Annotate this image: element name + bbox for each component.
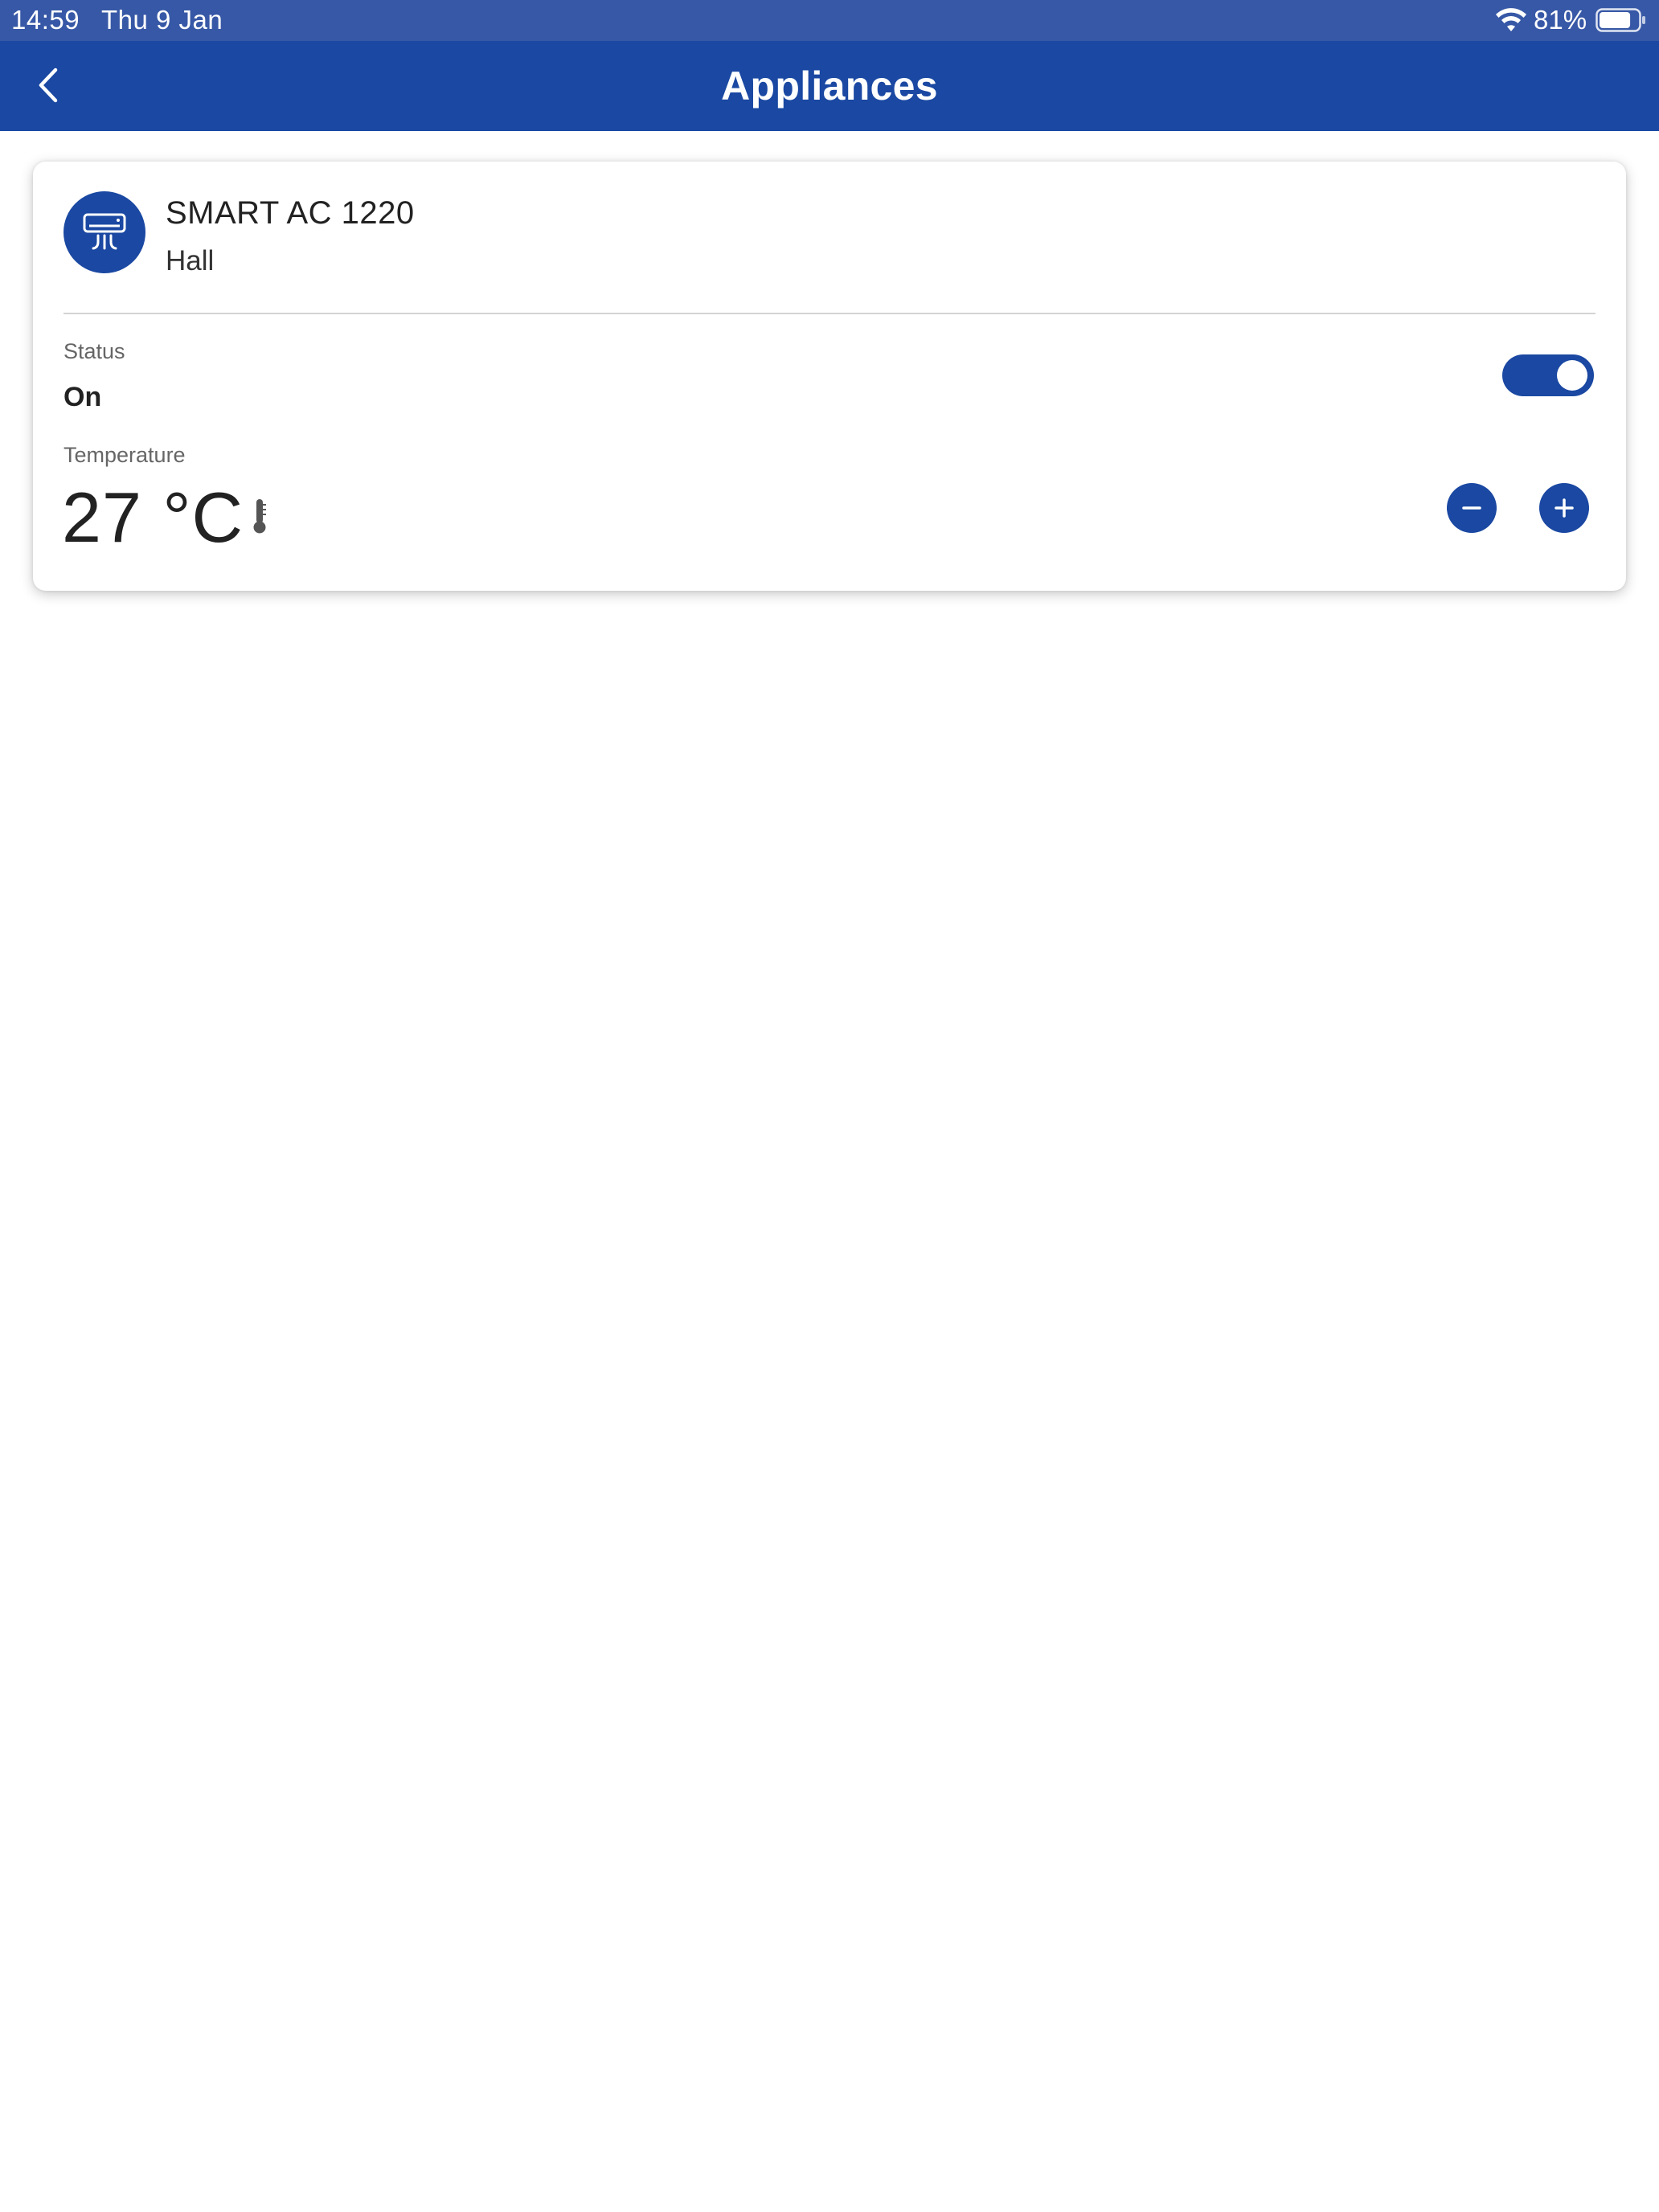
status-time: 14:59: [11, 5, 80, 35]
thermometer-icon: [253, 499, 266, 534]
decrease-temperature-button[interactable]: [1447, 483, 1497, 533]
power-toggle[interactable]: [1502, 354, 1594, 396]
toggle-knob: [1557, 360, 1587, 391]
appliance-card[interactable]: SMART AC 1220 Hall Status On Temperature…: [33, 162, 1626, 591]
increase-temperature-button[interactable]: [1539, 483, 1589, 533]
temperature-value: 27 °C: [62, 477, 244, 557]
page-title: Appliances: [721, 63, 938, 109]
device-avatar: [63, 191, 145, 273]
status-bar: 14:59 Thu 9 Jan 81%: [0, 0, 1659, 41]
battery-percent: 81%: [1534, 5, 1587, 35]
air-conditioner-icon: [83, 213, 126, 250]
nav-bar: Appliances: [0, 41, 1659, 131]
device-name: SMART AC 1220: [166, 195, 415, 231]
status-date: Thu 9 Jan: [101, 5, 223, 35]
device-room: Hall: [166, 245, 215, 276]
battery-icon: [1596, 8, 1645, 32]
minus-icon: [1462, 506, 1481, 510]
temperature-label: Temperature: [63, 443, 186, 467]
wifi-icon: [1496, 8, 1526, 31]
plus-icon: [1555, 498, 1574, 518]
divider: [63, 313, 1596, 314]
status-label: Status: [63, 339, 125, 363]
status-value: On: [63, 382, 102, 412]
